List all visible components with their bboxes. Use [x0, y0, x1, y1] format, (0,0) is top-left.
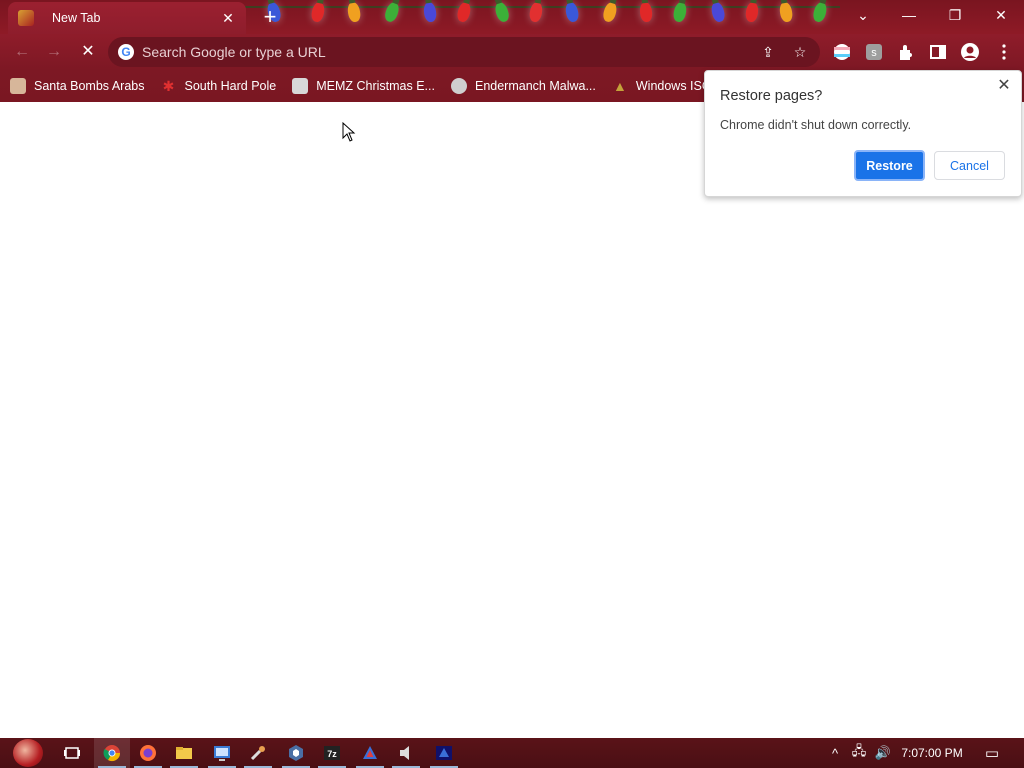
christmas-lights-decoration — [240, 0, 840, 34]
enderman-icon — [450, 78, 467, 94]
taskbar-tool-app[interactable] — [240, 738, 276, 768]
process-icon — [289, 745, 303, 761]
new-tab-favicon-icon — [18, 10, 34, 26]
search-tabs-button[interactable]: ⌄ — [840, 0, 886, 30]
bookmark-label: South Hard Pole — [184, 79, 277, 93]
omnibox[interactable]: G ⇪ ☆ — [108, 37, 820, 67]
stop-loading-button[interactable]: ✕ — [76, 40, 100, 64]
bookmark-endermanch-malware[interactable]: Endermanch Malwa... — [450, 78, 596, 94]
taskbar-app-a[interactable] — [352, 738, 388, 768]
bookmark-label: Santa Bombs Arabs — [34, 79, 145, 93]
taskbar-file-explorer[interactable] — [166, 738, 202, 768]
taskbar-chrome[interactable] — [94, 738, 130, 768]
speaker-app-icon — [400, 746, 409, 760]
control-panel-icon — [214, 746, 230, 761]
task-view-button[interactable] — [54, 738, 90, 768]
bookmark-label: Endermanch Malwa... — [474, 79, 596, 93]
wrench-icon — [250, 746, 265, 761]
address-bar-input[interactable] — [142, 44, 756, 60]
task-view-icon — [64, 747, 80, 759]
start-orb-icon — [13, 739, 43, 767]
taskbar-7zip[interactable]: 7z — [314, 738, 350, 768]
bookmark-south-hard-pole[interactable]: ✱ South Hard Pole — [160, 78, 277, 94]
show-hidden-icons-button[interactable]: ^ — [826, 738, 844, 768]
new-tab-button[interactable]: + — [258, 6, 282, 28]
cancel-button[interactable]: Cancel — [934, 151, 1005, 180]
svg-text:7z: 7z — [327, 749, 337, 759]
taskbar-terminal-app[interactable] — [426, 738, 462, 768]
restore-button[interactable]: Restore — [854, 150, 925, 181]
extension-flag-icon[interactable] — [832, 42, 852, 62]
taskbar-firefox[interactable] — [130, 738, 166, 768]
close-window-button[interactable]: ✕ — [978, 0, 1024, 30]
svg-text:s: s — [871, 47, 877, 59]
memz-icon — [292, 78, 309, 94]
bookmark-memz-christmas[interactable]: MEMZ Christmas E... — [292, 78, 435, 94]
page-content — [0, 102, 1024, 738]
restore-pages-dialog: Restore pages? ✕ Chrome didn't shut down… — [704, 70, 1022, 197]
folder-icon — [176, 747, 192, 759]
taskbar-clock[interactable]: 7:07:00 PM — [898, 738, 966, 768]
side-panel-icon[interactable] — [928, 42, 948, 62]
network-icon[interactable]: 🖧 — [848, 738, 870, 768]
restore-window-button[interactable]: ❐ — [932, 0, 978, 30]
share-icon[interactable]: ⇪ — [756, 40, 780, 64]
bookmark-label: MEMZ Christmas E... — [316, 79, 435, 93]
triangle-app-icon — [363, 746, 377, 759]
7zip-icon: 7z — [324, 746, 340, 760]
tab-new-tab[interactable]: New Tab ✕ — [8, 2, 246, 34]
extensions-puzzle-icon[interactable] — [896, 42, 916, 62]
taskbar-control-panel[interactable] — [204, 738, 240, 768]
start-button[interactable] — [8, 738, 48, 768]
bookmark-santa-bombs-arabs[interactable]: Santa Bombs Arabs — [10, 78, 144, 94]
dialog-close-icon[interactable]: ✕ — [995, 77, 1013, 95]
tree-icon: ▲ — [612, 78, 627, 94]
chrome-menu-icon[interactable] — [994, 42, 1014, 62]
dialog-title: Restore pages? — [720, 88, 823, 104]
firefox-icon — [140, 745, 156, 761]
tab-close-icon[interactable]: ✕ — [220, 10, 236, 26]
forward-button[interactable]: → — [42, 40, 66, 64]
snowflake-icon: ✱ — [162, 78, 175, 94]
bookmark-star-icon[interactable]: ☆ — [788, 40, 812, 64]
back-button[interactable]: ← — [10, 40, 34, 64]
profile-avatar-icon[interactable] — [960, 42, 980, 62]
action-center-icon[interactable]: ▭ — [980, 738, 1004, 768]
taskbar-audio-app[interactable] — [388, 738, 424, 768]
tab-title: New Tab — [52, 11, 101, 25]
terminal-icon — [436, 746, 452, 760]
bookmark-windows-isos[interactable]: ▲ Windows ISOs — [612, 78, 718, 94]
browser-toolbar: ← → ✕ G ⇪ ☆ s — [0, 34, 1024, 70]
title-bar: New Tab ✕ + ⌄ — ❐ ✕ — [0, 0, 1024, 34]
minimize-button[interactable]: — — [886, 0, 932, 30]
taskbar-process-app[interactable] — [278, 738, 314, 768]
volume-icon[interactable]: 🔊 — [872, 738, 894, 768]
dialog-message: Chrome didn't shut down correctly. — [720, 118, 912, 132]
extension-s-icon[interactable]: s — [864, 42, 884, 62]
google-icon: G — [118, 44, 134, 60]
chrome-icon — [103, 745, 121, 762]
santa-icon — [10, 78, 26, 94]
